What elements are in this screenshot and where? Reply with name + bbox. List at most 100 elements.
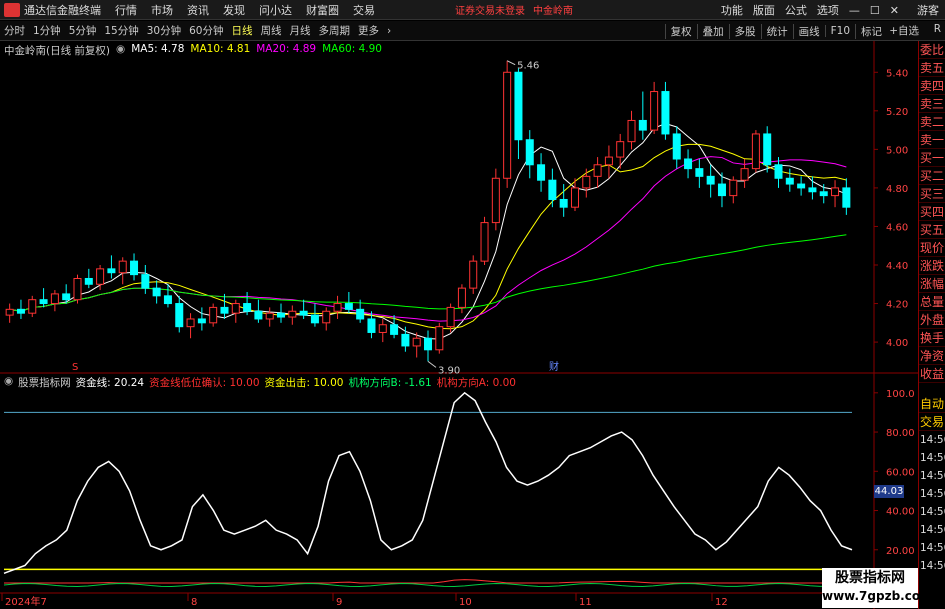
menu-gongneng[interactable]: 功能 [721,2,743,18]
panel-toggle-r[interactable]: R [934,23,941,35]
period-15min[interactable]: 15分钟 [100,23,142,38]
menu-gongshi[interactable]: 公式 [785,2,807,18]
menu-faxian[interactable]: 发现 [223,2,245,18]
sidebar-separator [919,383,945,395]
menu-jiaoyi[interactable]: 交易 [353,2,375,18]
price-tick-label: 4.00 [886,338,908,349]
ma-line-ma20 [9,156,847,322]
candle-body [310,314,319,324]
period-1min[interactable]: 1分钟 [29,23,65,38]
period-daily[interactable]: 日线 [228,23,257,38]
legend-ma20: MA20: 4.89 [256,43,317,55]
tool-fuquan[interactable]: 复权 [664,23,697,39]
close-icon[interactable]: ✕ [890,4,899,17]
period-monthly[interactable]: 月线 [286,23,315,38]
candle-body [163,295,172,305]
sidebar-item[interactable]: 卖二 [919,113,945,131]
menu-hangqing[interactable]: 行情 [115,2,137,18]
login-warning[interactable]: 证券交易未登录 [455,2,525,17]
date-tick-label: 2024年7 [5,595,47,608]
candle-body [220,306,229,314]
sidebar-item[interactable]: 买三 [919,185,945,203]
menu-shichang[interactable]: 市场 [151,2,173,18]
candle-body [152,287,161,297]
sidebar-item[interactable]: 买二 [919,167,945,185]
tool-f10[interactable]: F10 [824,25,855,37]
candle-body [638,119,647,131]
sidebar-item[interactable]: 卖一 [919,131,945,149]
candle-body [344,303,353,310]
ind-tick-label: 100.0 [886,389,915,400]
candle-body [401,333,410,347]
candle-body [356,308,365,320]
ind-toggle-icon[interactable]: ◉ [4,375,13,390]
candle-body [457,287,466,308]
tool-diejia[interactable]: 叠加 [696,23,729,39]
legend-ma60: MA60: 4.90 [322,43,382,55]
sidebar-item[interactable]: 买四 [919,203,945,221]
ind-dwqr: 资金线低位确认: 10.00 [149,377,260,389]
menu-wenxiaoda[interactable]: 问小达 [259,2,292,18]
add-watchlist-button[interactable]: +自选 [889,23,919,38]
period-more[interactable]: 更多 [354,23,383,38]
candle-body [73,277,82,301]
sidebar-item[interactable]: 涨幅 [919,275,945,293]
sidebar-time: 14:56 [920,470,945,482]
candle-body [831,187,840,197]
menu-caifuquan[interactable]: 财富圈 [306,2,339,18]
high-label: 5.46 [517,61,539,72]
sidebar-item[interactable]: 卖五 [919,59,945,77]
sidebar-item[interactable]: 委比 [919,41,945,59]
sidebar-panel-item[interactable]: 交易 [919,413,945,431]
tool-tongji[interactable]: 统计 [760,23,793,39]
candle-body [503,71,512,179]
candle-body [751,133,760,170]
sidebar-item[interactable]: 总量 [919,293,945,311]
candle-body [514,71,523,141]
watermark-line1: 股票指标网 [835,570,905,586]
tool-biaoji[interactable]: 标记 [855,23,887,39]
sidebar-time: 14:56 [920,524,945,536]
sidebar-item[interactable]: 买五 [919,221,945,239]
sidebar-item[interactable]: 卖三 [919,95,945,113]
menu-banmian[interactable]: 版面 [753,2,775,18]
menu-xuanxiang[interactable]: 选项 [817,2,839,18]
menu-zixun[interactable]: 资讯 [187,2,209,18]
price-tick-label: 4.80 [886,184,908,195]
sidebar-item[interactable]: 净资 [919,347,945,365]
sidebar-item[interactable]: 现价 [919,239,945,257]
maximize-icon[interactable]: ☐ [870,4,880,17]
price-tick-label: 5.00 [886,145,908,156]
period-weekly[interactable]: 周线 [257,23,286,38]
ind-zjx: 资金线: 20.24 [75,377,145,389]
candle-body [197,318,206,324]
candle-body [243,303,252,312]
kline-chart[interactable]: 5.405.205.004.804.604.404.204.005.463.90… [0,41,918,609]
sidebar-panel-item[interactable]: 自动 [919,395,945,413]
candle-body [288,310,297,318]
period-5min[interactable]: 5分钟 [65,23,101,38]
minimize-icon[interactable]: — [849,4,860,17]
candle-body [706,175,715,185]
legend-ma10: MA10: 4.81 [190,43,251,55]
period-30min[interactable]: 30分钟 [143,23,185,38]
tool-huaxian[interactable]: 画线 [792,23,825,39]
sidebar-item[interactable]: 涨跌 [919,257,945,275]
sidebar-item[interactable]: 卖四 [919,77,945,95]
watermark: 股票指标网 www.7gpzb.com [822,568,933,608]
sidebar-item[interactable]: 换手 [919,329,945,347]
marker-s: S [72,362,78,373]
candle-body [491,177,500,224]
sidebar-item[interactable]: 收益 [919,365,945,383]
candle-body [537,164,546,181]
indicator-legend: ◉ 股票指标网 资金线: 20.24 资金线低位确认: 10.00 资金出击: … [4,375,521,390]
sidebar-item[interactable]: 买一 [919,149,945,167]
period-multi[interactable]: 多周期 [315,23,355,38]
period-fenshi[interactable]: 分时 [0,23,29,38]
sidebar-item[interactable]: 外盘 [919,311,945,329]
period-60min[interactable]: 60分钟 [185,23,227,38]
tool-duogu[interactable]: 多股 [728,23,761,39]
chevron-right-icon[interactable]: › [383,25,395,37]
guest-label[interactable]: 游客 [917,2,939,18]
legend-toggle-icon[interactable]: ◉ [116,43,125,58]
